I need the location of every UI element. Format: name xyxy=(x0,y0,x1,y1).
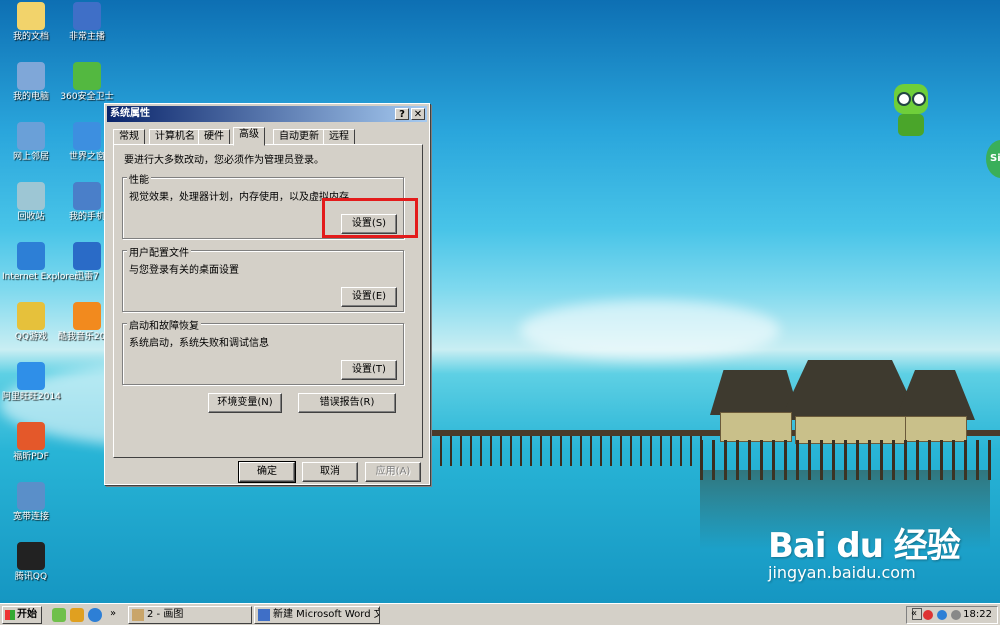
broadband-icon xyxy=(17,482,45,510)
environment-variables-button[interactable]: 环境变量(N) xyxy=(208,393,282,413)
desktop-icon[interactable]: 我的电脑 xyxy=(2,62,60,103)
desktop-icon-label: 宽带连接 xyxy=(12,512,49,522)
side-badge-icon[interactable]: Si xyxy=(986,140,1000,178)
desktop-icon[interactable]: 非常主播 xyxy=(58,2,116,43)
tray-network-icon[interactable] xyxy=(937,610,947,620)
pier-posts xyxy=(430,436,710,466)
paint-icon xyxy=(132,609,144,621)
clock[interactable]: 18:22 xyxy=(963,609,992,620)
user-profiles-group: 用户配置文件 与您登录有关的桌面设置 设置(E) xyxy=(122,244,404,312)
watermark-brand: Bai du 经验 xyxy=(768,526,961,566)
desktop-icon[interactable]: 阿里旺旺2014 xyxy=(2,362,61,403)
tray-volume-icon[interactable] xyxy=(951,610,961,620)
quicklaunch-more-icon[interactable]: » xyxy=(110,608,116,619)
desktop-icon-label: 腾讯QQ xyxy=(14,572,48,582)
desktop-icon[interactable]: QQ游戏 xyxy=(2,302,60,343)
mascot-icon[interactable] xyxy=(892,84,930,138)
my-documents-icon xyxy=(17,2,45,30)
performance-legend: 性能 xyxy=(127,171,151,186)
admin-note: 要进行大多数改动，您必须作为管理员登录。 xyxy=(124,155,324,166)
quicklaunch-desktop-icon[interactable] xyxy=(70,608,84,622)
quicklaunch-ie-icon[interactable] xyxy=(88,608,102,622)
tray-app-icon[interactable] xyxy=(923,610,933,620)
startup-recovery-legend: 启动和故障恢复 xyxy=(127,317,201,332)
desktop-icon-label: 我的文档 xyxy=(12,32,49,42)
desktop-icon[interactable]: 腾讯QQ xyxy=(2,542,60,583)
foxit-pdf-icon xyxy=(17,422,45,450)
help-button[interactable]: ? xyxy=(395,108,409,120)
desktop-icon[interactable]: 回收站 xyxy=(2,182,60,223)
desktop-icon-label: Internet Explorer xyxy=(2,272,79,282)
tab-hardware[interactable]: 硬件 xyxy=(198,129,230,145)
desktop-icon-label: 非常主播 xyxy=(68,32,105,42)
tab-remote[interactable]: 远程 xyxy=(323,129,355,145)
recycle-bin-icon xyxy=(17,182,45,210)
close-button[interactable]: ✕ xyxy=(411,108,425,120)
baidu-watermark: Bai du 经验 jingyan.baidu.com xyxy=(768,518,968,582)
start-button[interactable]: 开始 xyxy=(2,606,42,624)
user-profiles-desc: 与您登录有关的桌面设置 xyxy=(129,265,239,276)
desktop-icon-label: QQ游戏 xyxy=(14,332,48,342)
desktop-icon-label: 360安全卫士 xyxy=(60,92,114,102)
error-reporting-button[interactable]: 错误报告(R) xyxy=(298,393,396,413)
phone-icon xyxy=(73,182,101,210)
advanced-tab-panel: 要进行大多数改动，您必须作为管理员登录。 性能 视觉效果，处理器计划，内存使用，… xyxy=(113,144,423,458)
tab-general[interactable]: 常规 xyxy=(113,129,145,145)
desktop-icon[interactable]: 网上邻居 xyxy=(2,122,60,163)
ie-icon xyxy=(17,242,45,270)
tab-computer-name[interactable]: 计算机名 xyxy=(149,129,201,145)
start-label: 开始 xyxy=(17,609,37,620)
desktop-icon[interactable]: Internet Explorer xyxy=(2,242,79,283)
aliwangwang-icon xyxy=(17,362,45,390)
network-icon xyxy=(17,122,45,150)
task-word-label: 新建 Microsoft Word 文... xyxy=(273,609,379,620)
thunder-icon xyxy=(73,242,101,270)
system-properties-dialog: 系统属性 ? ✕ 常规 计算机名 硬件 高级 自动更新 远程 要进行大多数改动，… xyxy=(104,103,430,485)
desktop-icon[interactable]: 360安全卫士 xyxy=(58,62,116,103)
taskbar: 开始 » 2 - 画图 新建 Microsoft Word 文... « 18:… xyxy=(0,603,1000,625)
user-profiles-legend: 用户配置文件 xyxy=(127,244,191,259)
word-icon xyxy=(258,609,270,621)
desktop-icon-label: 阿里旺旺2014 xyxy=(2,392,61,402)
desktop-icon[interactable]: 福昕PDF xyxy=(2,422,60,463)
task-word[interactable]: 新建 Microsoft Word 文... xyxy=(254,606,380,624)
quicklaunch-360-icon[interactable] xyxy=(52,608,66,622)
red-highlight-box xyxy=(322,198,418,238)
qq-penguin-icon xyxy=(17,542,45,570)
windows-flag-icon xyxy=(5,610,15,620)
dialog-title: 系统属性 xyxy=(110,108,150,119)
tab-advanced[interactable]: 高级 xyxy=(233,127,265,146)
tray-expand-icon[interactable]: « xyxy=(911,608,917,619)
desktop-icon-label: 回收站 xyxy=(17,212,45,222)
desktop-icon[interactable]: 我的文档 xyxy=(2,2,60,43)
dialog-titlebar[interactable]: 系统属性 ? ✕ xyxy=(107,106,427,122)
desktop-icon[interactable]: 宽带连接 xyxy=(2,482,60,523)
task-paint-label: 2 - 画图 xyxy=(147,609,184,620)
stilt-houses xyxy=(700,350,1000,480)
apply-button[interactable]: 应用(A) xyxy=(365,462,421,482)
desktop-icon-label: 福昕PDF xyxy=(13,452,49,462)
my-computer-icon xyxy=(17,62,45,90)
360-shield-icon xyxy=(73,62,101,90)
word-doc-icon xyxy=(73,2,101,30)
startup-recovery-desc: 系统启动，系统失败和调试信息 xyxy=(129,338,269,349)
qq-game-icon xyxy=(17,302,45,330)
performance-desc: 视觉效果，处理器计划，内存使用，以及虚拟内存 xyxy=(129,192,349,203)
user-profiles-settings-button[interactable]: 设置(E) xyxy=(341,287,397,307)
tab-automatic-updates[interactable]: 自动更新 xyxy=(273,129,325,145)
system-tray: « 18:22 xyxy=(906,606,998,624)
browser-globe-icon xyxy=(73,122,101,150)
cancel-button[interactable]: 取消 xyxy=(302,462,358,482)
ok-button[interactable]: 确定 xyxy=(238,461,296,483)
desktop-icon-label: 我的电脑 xyxy=(12,92,49,102)
task-paint[interactable]: 2 - 画图 xyxy=(128,606,252,624)
startup-recovery-settings-button[interactable]: 设置(T) xyxy=(341,360,397,380)
kuwo-music-icon xyxy=(73,302,101,330)
startup-recovery-group: 启动和故障恢复 系统启动，系统失败和调试信息 设置(T) xyxy=(122,317,404,385)
desktop-icon-label: 网上邻居 xyxy=(12,152,49,162)
